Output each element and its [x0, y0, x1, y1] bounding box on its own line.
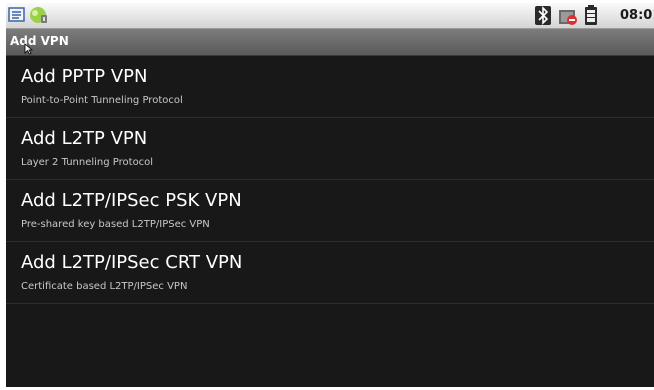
notes-icon — [8, 7, 25, 22]
android-robot-icon — [30, 7, 47, 23]
list-item-title: Add L2TP/IPSec CRT VPN — [21, 252, 243, 273]
list-item-title: Add PPTP VPN — [21, 66, 148, 87]
bluetooth-icon — [535, 6, 551, 25]
list-item-title: Add L2TP/IPSec PSK VPN — [21, 190, 242, 211]
list-item-subtitle: Point-to-Point Tunneling Protocol — [21, 95, 183, 106]
screen: 08:01 Add VPN Add PPTP VPN Point-to-Poin… — [6, 3, 654, 387]
status-bar: 08:01 — [6, 3, 654, 29]
list-item-add-l2tp-ipsec-crt-vpn[interactable]: Add L2TP/IPSec CRT VPN Certificate based… — [6, 242, 654, 304]
title-bar: Add VPN — [6, 29, 654, 56]
list-item-add-l2tp-ipsec-psk-vpn[interactable]: Add L2TP/IPSec PSK VPN Pre-shared key ba… — [6, 180, 654, 242]
list-item-title: Add L2TP VPN — [21, 128, 148, 149]
status-bar-right: 08:01 — [534, 5, 654, 26]
page-title: Add VPN — [10, 34, 69, 48]
list-item-subtitle: Layer 2 Tunneling Protocol — [21, 157, 154, 168]
vpn-type-list: Add PPTP VPN Point-to-Point Tunneling Pr… — [6, 56, 654, 304]
battery-icon — [585, 5, 597, 25]
status-clock: 08:01 — [620, 8, 654, 23]
list-item-subtitle: Pre-shared key based L2TP/IPSec VPN — [21, 219, 210, 230]
mouse-pointer-icon — [24, 43, 34, 55]
list-item-add-pptp-vpn[interactable]: Add PPTP VPN Point-to-Point Tunneling Pr… — [6, 56, 654, 118]
list-item-subtitle: Certificate based L2TP/IPSec VPN — [21, 281, 188, 292]
list-item-add-l2tp-vpn[interactable]: Add L2TP VPN Layer 2 Tunneling Protocol — [6, 118, 654, 180]
no-signal-icon — [559, 10, 577, 25]
